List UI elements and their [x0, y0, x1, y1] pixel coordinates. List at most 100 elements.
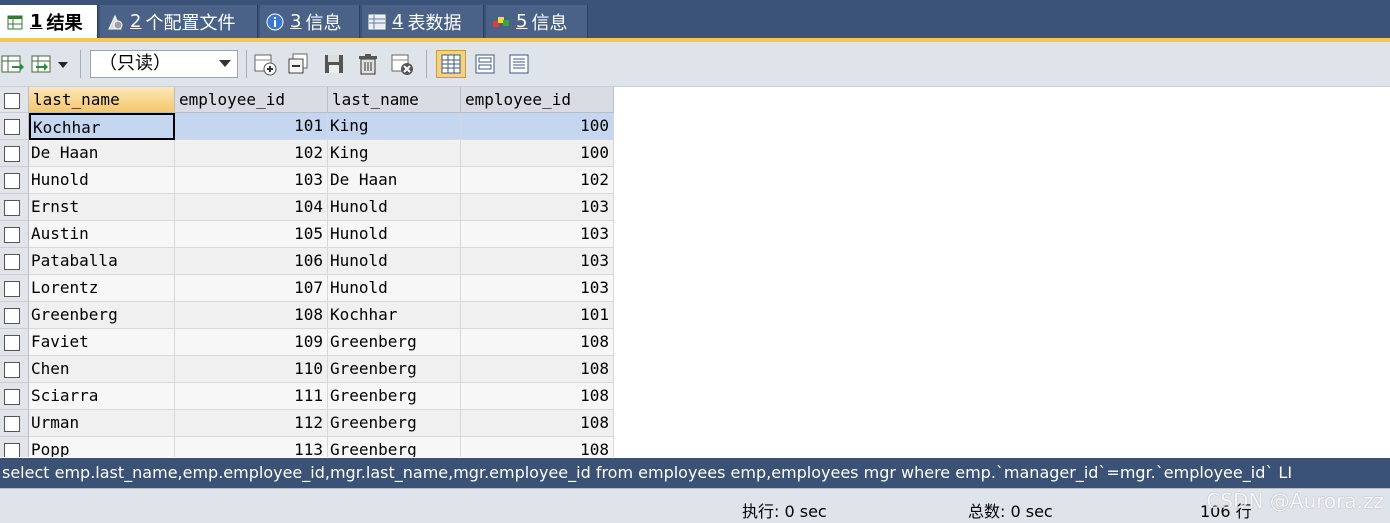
cell-mgr-employee-id[interactable]: 103 — [461, 194, 614, 221]
cell-mgr-employee-id[interactable]: 103 — [461, 275, 614, 302]
cell-last-name[interactable]: Urman — [29, 410, 175, 437]
row-checkbox[interactable] — [0, 437, 29, 457]
grid-view-icon[interactable] — [436, 50, 466, 78]
table-row[interactable]: Popp 113 Greenberg 108 — [0, 437, 614, 457]
table-row[interactable]: Ernst 104 Hunold 103 — [0, 194, 614, 221]
cell-last-name[interactable]: De Haan — [29, 140, 175, 167]
row-checkbox[interactable] — [0, 194, 29, 221]
discard-changes-icon[interactable] — [390, 52, 414, 76]
table-row[interactable]: Pataballa 106 Hunold 103 — [0, 248, 614, 275]
column-header-mgr-last-name[interactable]: last_name — [328, 87, 461, 113]
cell-last-name[interactable]: Faviet — [29, 329, 175, 356]
table-row[interactable]: Greenberg 108 Kochhar 101 — [0, 302, 614, 329]
cell-last-name[interactable]: Popp — [29, 437, 175, 457]
cell-mgr-employee-id[interactable]: 100 — [461, 113, 614, 140]
cell-mgr-last-name[interactable]: Hunold — [328, 194, 461, 221]
row-checkbox[interactable] — [0, 248, 29, 275]
cell-mgr-last-name[interactable]: King — [328, 113, 461, 140]
tab-info-2[interactable]: 5 信息 — [486, 5, 588, 38]
cell-employee-id[interactable]: 113 — [175, 437, 328, 457]
cell-mgr-last-name[interactable]: Hunold — [328, 221, 461, 248]
cell-employee-id[interactable]: 103 — [175, 167, 328, 194]
table-row[interactable]: Chen 110 Greenberg 108 — [0, 356, 614, 383]
cell-last-name[interactable]: Ernst — [29, 194, 175, 221]
select-all-checkbox[interactable] — [0, 87, 29, 113]
cell-last-name[interactable]: Hunold — [29, 167, 175, 194]
cell-mgr-last-name[interactable]: Hunold — [328, 275, 461, 302]
form-view-icon[interactable] — [473, 52, 497, 76]
result-grid[interactable]: last_name employee_id last_name employee… — [0, 87, 614, 457]
cell-mgr-employee-id[interactable]: 103 — [461, 248, 614, 275]
cell-last-name[interactable]: Austin — [29, 221, 175, 248]
cell-mgr-last-name[interactable]: Hunold — [328, 248, 461, 275]
cell-mgr-employee-id[interactable]: 108 — [461, 356, 614, 383]
table-row[interactable]: Kochhar 101 King 100 — [0, 113, 614, 140]
table-row[interactable]: Urman 112 Greenberg 108 — [0, 410, 614, 437]
cell-mgr-last-name[interactable]: Greenberg — [328, 383, 461, 410]
cell-mgr-last-name[interactable]: De Haan — [328, 167, 461, 194]
table-row[interactable]: De Haan 102 King 100 — [0, 140, 614, 167]
cell-mgr-employee-id[interactable]: 100 — [461, 140, 614, 167]
cell-mgr-last-name[interactable]: Greenberg — [328, 356, 461, 383]
cell-employee-id[interactable]: 101 — [175, 113, 328, 140]
add-row-icon[interactable] — [253, 52, 277, 76]
import-grid-icon[interactable] — [30, 52, 54, 76]
row-checkbox[interactable] — [0, 410, 29, 437]
tab-table-data[interactable]: 4 表数据 — [362, 5, 484, 38]
table-row[interactable]: Faviet 109 Greenberg 108 — [0, 329, 614, 356]
table-row[interactable]: Hunold 103 De Haan 102 — [0, 167, 614, 194]
cell-mgr-last-name[interactable]: Greenberg — [328, 329, 461, 356]
delete-icon[interactable] — [356, 52, 380, 76]
cell-employee-id[interactable]: 108 — [175, 302, 328, 329]
cell-employee-id[interactable]: 106 — [175, 248, 328, 275]
cell-employee-id[interactable]: 110 — [175, 356, 328, 383]
cell-mgr-last-name[interactable]: King — [328, 140, 461, 167]
cell-employee-id[interactable]: 102 — [175, 140, 328, 167]
cell-mgr-employee-id[interactable]: 102 — [461, 167, 614, 194]
table-row[interactable]: Lorentz 107 Hunold 103 — [0, 275, 614, 302]
row-checkbox[interactable] — [0, 302, 29, 329]
cell-mgr-employee-id[interactable]: 101 — [461, 302, 614, 329]
cell-mgr-employee-id[interactable]: 108 — [461, 383, 614, 410]
chevron-down-icon[interactable] — [56, 52, 70, 76]
cell-last-name[interactable]: Chen — [29, 356, 175, 383]
cell-employee-id[interactable]: 112 — [175, 410, 328, 437]
cell-last-name[interactable]: Greenberg — [29, 302, 175, 329]
cell-last-name[interactable]: Pataballa — [29, 248, 175, 275]
save-icon[interactable] — [322, 52, 346, 76]
cell-employee-id[interactable]: 104 — [175, 194, 328, 221]
table-row[interactable]: Austin 105 Hunold 103 — [0, 221, 614, 248]
cell-last-name[interactable]: Kochhar — [29, 113, 175, 140]
cell-mgr-employee-id[interactable]: 108 — [461, 410, 614, 437]
row-checkbox[interactable] — [0, 113, 29, 140]
cell-mgr-last-name[interactable]: Greenberg — [328, 437, 461, 457]
table-row[interactable]: Sciarra 111 Greenberg 108 — [0, 383, 614, 410]
row-checkbox[interactable] — [0, 383, 29, 410]
cell-mgr-employee-id[interactable]: 108 — [461, 437, 614, 457]
cell-last-name[interactable]: Lorentz — [29, 275, 175, 302]
tab-results[interactable]: 1 结果 — [0, 5, 98, 38]
cell-mgr-last-name[interactable]: Kochhar — [328, 302, 461, 329]
text-view-icon[interactable] — [507, 52, 531, 76]
row-checkbox[interactable] — [0, 221, 29, 248]
cell-employee-id[interactable]: 105 — [175, 221, 328, 248]
cell-employee-id[interactable]: 109 — [175, 329, 328, 356]
cell-employee-id[interactable]: 107 — [175, 275, 328, 302]
cell-mgr-employee-id[interactable]: 103 — [461, 221, 614, 248]
tab-info[interactable]: 3 信息 — [260, 5, 360, 38]
cell-last-name[interactable]: Sciarra — [29, 383, 175, 410]
row-checkbox[interactable] — [0, 140, 29, 167]
row-checkbox[interactable] — [0, 275, 29, 302]
row-checkbox[interactable] — [0, 329, 29, 356]
cell-employee-id[interactable]: 111 — [175, 383, 328, 410]
row-checkbox[interactable] — [0, 167, 29, 194]
row-checkbox[interactable] — [0, 356, 29, 383]
cell-mgr-last-name[interactable]: Greenberg — [328, 410, 461, 437]
column-header-last-name[interactable]: last_name — [29, 87, 175, 113]
export-grid-icon[interactable] — [0, 52, 24, 76]
cell-mgr-employee-id[interactable]: 108 — [461, 329, 614, 356]
tab-profiles[interactable]: 2 个配置文件 — [100, 5, 258, 38]
column-header-employee-id[interactable]: employee_id — [175, 87, 328, 113]
read-only-mode-select[interactable]: （只读） — [90, 50, 238, 78]
duplicate-row-icon[interactable] — [287, 52, 311, 76]
